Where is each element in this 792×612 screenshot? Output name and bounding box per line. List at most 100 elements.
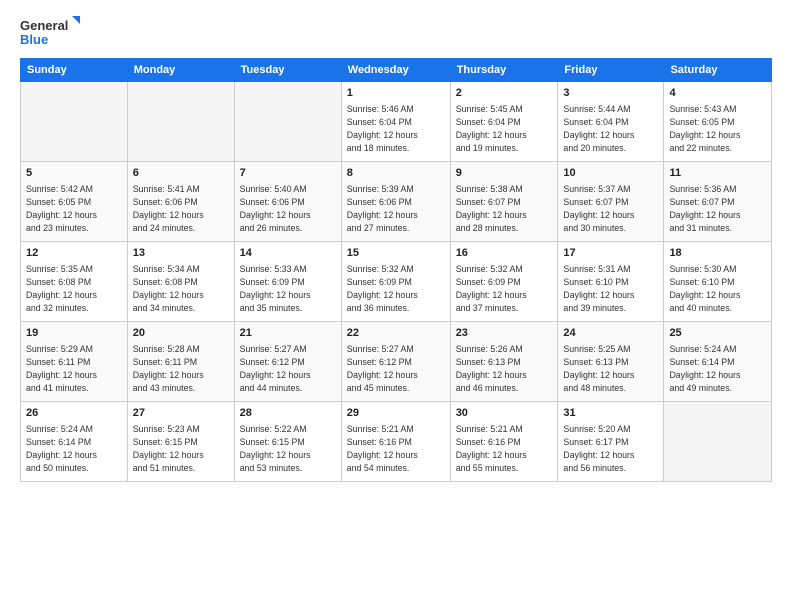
cell-info: Sunrise: 5:37 AM Sunset: 6:07 PM Dayligh… [563, 183, 658, 234]
calendar-cell: 11 Sunrise: 5:36 AM Sunset: 6:07 PM Dayli… [664, 162, 772, 242]
cell-info: Sunrise: 5:34 AM Sunset: 6:08 PM Dayligh… [133, 263, 229, 314]
cell-info: Sunrise: 5:20 AM Sunset: 6:17 PM Dayligh… [563, 423, 658, 474]
cell-info: Sunrise: 5:42 AM Sunset: 6:05 PM Dayligh… [26, 183, 122, 234]
cell-day-number: 1 [347, 86, 445, 101]
calendar-cell: 10Sunrise: 5:37 AM Sunset: 6:07 PM Dayli… [558, 162, 664, 242]
calendar-cell: 18 Sunrise: 5:30 AM Sunset: 6:10 PM Dayli… [664, 242, 772, 322]
calendar-week-row: 5 Sunrise: 5:42 AM Sunset: 6:05 PM Daylig… [21, 162, 772, 242]
cell-info: Sunrise: 5:36 AM Sunset: 6:07 PM Dayligh… [669, 183, 766, 234]
calendar-cell: 5 Sunrise: 5:42 AM Sunset: 6:05 PM Daylig… [21, 162, 128, 242]
weekday-header-sunday: Sunday [21, 59, 128, 82]
calendar-cell: 30 Sunrise: 5:21 AM Sunset: 6:16 PM Dayli… [450, 402, 558, 482]
cell-day-number: 18 [669, 246, 766, 261]
calendar-cell: 29Sunrise: 5:21 AM Sunset: 6:16 PM Dayli… [341, 402, 450, 482]
cell-info: Sunrise: 5:32 AM Sunset: 6:09 PM Dayligh… [347, 263, 445, 314]
cell-info: Sunrise: 5:43 AM Sunset: 6:05 PM Dayligh… [669, 103, 766, 154]
calendar-cell: 13 Sunrise: 5:34 AM Sunset: 6:08 PM Dayli… [127, 242, 234, 322]
cell-day-number: 2 [456, 86, 553, 101]
cell-day-number: 16 [456, 246, 553, 261]
calendar-cell: 2 Sunrise: 5:45 AM Sunset: 6:04 PM Daylig… [450, 82, 558, 162]
cell-info: Sunrise: 5:40 AM Sunset: 6:06 PM Dayligh… [240, 183, 336, 234]
calendar-cell: 27Sunrise: 5:23 AM Sunset: 6:15 PM Dayli… [127, 402, 234, 482]
calendar-cell [234, 82, 341, 162]
cell-day-number: 14 [240, 246, 336, 261]
cell-info: Sunrise: 5:32 AM Sunset: 6:09 PM Dayligh… [456, 263, 553, 314]
cell-info: Sunrise: 5:22 AM Sunset: 6:15 PM Dayligh… [240, 423, 336, 474]
calendar-cell: 25 Sunrise: 5:24 AM Sunset: 6:14 PM Dayli… [664, 322, 772, 402]
cell-info: Sunrise: 5:24 AM Sunset: 6:14 PM Dayligh… [26, 423, 122, 474]
cell-info: Sunrise: 5:45 AM Sunset: 6:04 PM Dayligh… [456, 103, 553, 154]
cell-info: Sunrise: 5:26 AM Sunset: 6:13 PM Dayligh… [456, 343, 553, 394]
cell-day-number: 28 [240, 406, 336, 421]
cell-info: Sunrise: 5:41 AM Sunset: 6:06 PM Dayligh… [133, 183, 229, 234]
cell-day-number: 3 [563, 86, 658, 101]
cell-day-number: 4 [669, 86, 766, 101]
cell-info: Sunrise: 5:24 AM Sunset: 6:14 PM Dayligh… [669, 343, 766, 394]
weekday-header-thursday: Thursday [450, 59, 558, 82]
calendar-cell: 19 Sunrise: 5:29 AM Sunset: 6:11 PM Dayli… [21, 322, 128, 402]
calendar-cell: 31Sunrise: 5:20 AM Sunset: 6:17 PM Dayli… [558, 402, 664, 482]
calendar-cell: 24Sunrise: 5:25 AM Sunset: 6:13 PM Dayli… [558, 322, 664, 402]
cell-info: Sunrise: 5:21 AM Sunset: 6:16 PM Dayligh… [456, 423, 553, 474]
cell-day-number: 9 [456, 166, 553, 181]
cell-day-number: 21 [240, 326, 336, 341]
calendar-cell: 17 Sunrise: 5:31 AM Sunset: 6:10 PM Dayli… [558, 242, 664, 322]
cell-info: Sunrise: 5:25 AM Sunset: 6:13 PM Dayligh… [563, 343, 658, 394]
cell-day-number: 7 [240, 166, 336, 181]
calendar-cell: 12Sunrise: 5:35 AM Sunset: 6:08 PM Dayli… [21, 242, 128, 322]
cell-info: Sunrise: 5:21 AM Sunset: 6:16 PM Dayligh… [347, 423, 445, 474]
page: General Blue SundayMondayTuesdayWednesda… [0, 0, 792, 612]
cell-day-number: 17 [563, 246, 658, 261]
cell-day-number: 11 [669, 166, 766, 181]
cell-day-number: 23 [456, 326, 553, 341]
weekday-header-friday: Friday [558, 59, 664, 82]
calendar-cell: 23 Sunrise: 5:26 AM Sunset: 6:13 PM Dayli… [450, 322, 558, 402]
weekday-header-monday: Monday [127, 59, 234, 82]
calendar-cell: 7 Sunrise: 5:40 AM Sunset: 6:06 PM Daylig… [234, 162, 341, 242]
svg-text:Blue: Blue [20, 32, 48, 47]
calendar-header-row: SundayMondayTuesdayWednesdayThursdayFrid… [21, 59, 772, 82]
cell-info: Sunrise: 5:30 AM Sunset: 6:10 PM Dayligh… [669, 263, 766, 314]
cell-day-number: 15 [347, 246, 445, 261]
calendar-cell: 20Sunrise: 5:28 AM Sunset: 6:11 PM Dayli… [127, 322, 234, 402]
calendar-cell: 6 Sunrise: 5:41 AM Sunset: 6:06 PM Daylig… [127, 162, 234, 242]
calendar-cell: 8Sunrise: 5:39 AM Sunset: 6:06 PM Daylig… [341, 162, 450, 242]
cell-info: Sunrise: 5:44 AM Sunset: 6:04 PM Dayligh… [563, 103, 658, 154]
cell-day-number: 5 [26, 166, 122, 181]
cell-day-number: 25 [669, 326, 766, 341]
calendar-cell: 21 Sunrise: 5:27 AM Sunset: 6:12 PM Dayli… [234, 322, 341, 402]
calendar-cell: 1 Sunrise: 5:46 AM Sunset: 6:04 PM Daylig… [341, 82, 450, 162]
cell-info: Sunrise: 5:33 AM Sunset: 6:09 PM Dayligh… [240, 263, 336, 314]
calendar-cell [127, 82, 234, 162]
calendar-cell: 4 Sunrise: 5:43 AM Sunset: 6:05 PM Daylig… [664, 82, 772, 162]
cell-info: Sunrise: 5:31 AM Sunset: 6:10 PM Dayligh… [563, 263, 658, 314]
cell-info: Sunrise: 5:38 AM Sunset: 6:07 PM Dayligh… [456, 183, 553, 234]
calendar-week-row: 12Sunrise: 5:35 AM Sunset: 6:08 PM Dayli… [21, 242, 772, 322]
cell-info: Sunrise: 5:29 AM Sunset: 6:11 PM Dayligh… [26, 343, 122, 394]
weekday-header-tuesday: Tuesday [234, 59, 341, 82]
calendar-table: SundayMondayTuesdayWednesdayThursdayFrid… [20, 58, 772, 482]
cell-day-number: 30 [456, 406, 553, 421]
calendar-week-row: 1 Sunrise: 5:46 AM Sunset: 6:04 PM Daylig… [21, 82, 772, 162]
logo-svg: General Blue [20, 16, 80, 48]
weekday-header-saturday: Saturday [664, 59, 772, 82]
cell-info: Sunrise: 5:35 AM Sunset: 6:08 PM Dayligh… [26, 263, 122, 314]
calendar-cell: 28 Sunrise: 5:22 AM Sunset: 6:15 PM Dayli… [234, 402, 341, 482]
cell-day-number: 26 [26, 406, 122, 421]
cell-day-number: 19 [26, 326, 122, 341]
calendar-week-row: 26 Sunrise: 5:24 AM Sunset: 6:14 PM Dayli… [21, 402, 772, 482]
calendar-cell: 26 Sunrise: 5:24 AM Sunset: 6:14 PM Dayli… [21, 402, 128, 482]
cell-day-number: 8 [347, 166, 445, 181]
svg-text:General: General [20, 18, 68, 33]
calendar-cell: 22Sunrise: 5:27 AM Sunset: 6:12 PM Dayli… [341, 322, 450, 402]
cell-day-number: 13 [133, 246, 229, 261]
calendar-cell: 9 Sunrise: 5:38 AM Sunset: 6:07 PM Daylig… [450, 162, 558, 242]
weekday-header-wednesday: Wednesday [341, 59, 450, 82]
cell-info: Sunrise: 5:27 AM Sunset: 6:12 PM Dayligh… [240, 343, 336, 394]
calendar-cell: 3 Sunrise: 5:44 AM Sunset: 6:04 PM Daylig… [558, 82, 664, 162]
header: General Blue [20, 16, 772, 48]
cell-info: Sunrise: 5:46 AM Sunset: 6:04 PM Dayligh… [347, 103, 445, 154]
calendar-cell [21, 82, 128, 162]
cell-day-number: 6 [133, 166, 229, 181]
cell-info: Sunrise: 5:23 AM Sunset: 6:15 PM Dayligh… [133, 423, 229, 474]
